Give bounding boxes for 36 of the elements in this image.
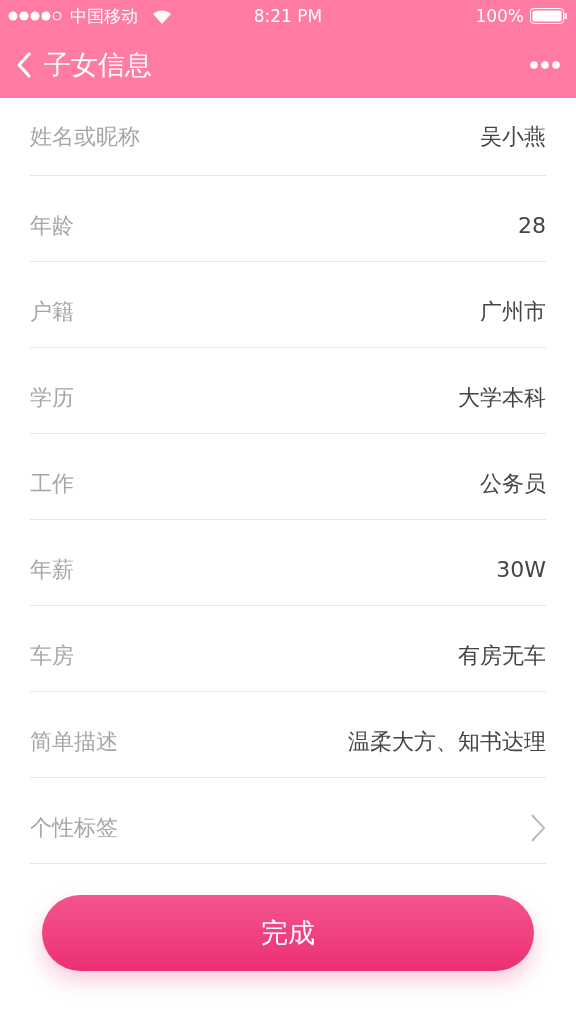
field-value: 30W xyxy=(496,557,546,582)
field-label: 年薪 xyxy=(30,555,74,584)
form-row[interactable]: 工作 公务员 xyxy=(30,434,546,520)
chevron-right-icon xyxy=(530,812,546,843)
form-row[interactable]: 户籍 广州市 xyxy=(30,262,546,348)
battery-icon xyxy=(530,8,568,24)
field-label: 学历 xyxy=(30,383,74,412)
field-value: 28 xyxy=(518,213,546,238)
carrier-name: 中国移动 xyxy=(70,4,138,28)
field-label: 户籍 xyxy=(30,297,74,326)
field-label: 姓名或昵称 xyxy=(30,122,140,151)
field-label: 车房 xyxy=(30,641,74,670)
page-title: 子女信息 xyxy=(44,48,153,82)
done-button[interactable]: 完成 xyxy=(42,895,534,971)
field-value: 大学本科 xyxy=(458,383,546,412)
field-label: 工作 xyxy=(30,469,74,498)
field-value: 有房无车 xyxy=(458,641,546,670)
more-icon[interactable] xyxy=(530,61,560,69)
form-row[interactable]: 车房 有房无车 xyxy=(30,606,546,692)
field-label: 年龄 xyxy=(30,211,74,240)
battery-percent: 100% xyxy=(475,6,524,26)
form-row[interactable]: 简单描述 温柔大方、知书达理 xyxy=(30,692,546,778)
signal-icon xyxy=(8,11,64,21)
form-row[interactable]: 年龄 28 xyxy=(30,176,546,262)
wifi-icon xyxy=(152,8,172,24)
field-label: 个性标签 xyxy=(30,813,118,842)
back-icon[interactable] xyxy=(16,51,32,79)
form-row[interactable]: 姓名或昵称 吴小燕 xyxy=(30,98,546,176)
clock-time: 8:21 PM xyxy=(253,6,323,26)
field-value: 广州市 xyxy=(480,297,546,326)
field-value: 吴小燕 xyxy=(480,122,546,151)
field-label: 简单描述 xyxy=(30,727,118,756)
form-row[interactable]: 学历 大学本科 xyxy=(30,348,546,434)
field-value: 公务员 xyxy=(480,469,546,498)
field-value: 温柔大方、知书达理 xyxy=(348,727,546,756)
form-row[interactable]: 年薪 30W xyxy=(30,520,546,606)
